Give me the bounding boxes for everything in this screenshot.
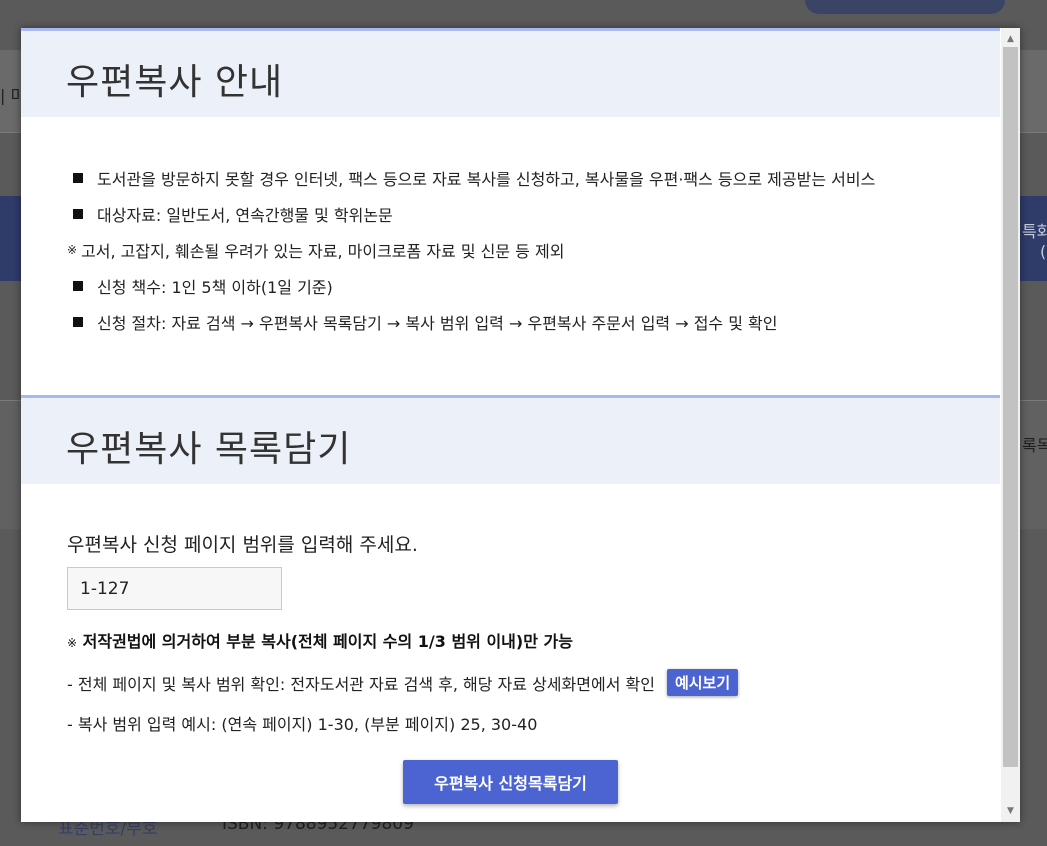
modal-content: 우편복사 안내 도서관을 방문하지 못할 경우 인터넷, 팩스 등으로 자료 복…	[21, 28, 1000, 822]
scroll-down-icon[interactable]: ▼	[1001, 802, 1020, 819]
background-right-fragment-2: (	[1040, 242, 1047, 261]
background-right-fragment-1: 특화	[1022, 222, 1047, 241]
scroll-up-icon[interactable]: ▲	[1001, 30, 1020, 47]
square-bullet-icon	[73, 209, 83, 219]
copyright-note-text: 저작권법에 의거하여 부분 복사(전체 페이지 수의 1/3 범위 이내)만 가…	[82, 632, 573, 651]
guide-section-header: 우편복사 안내	[21, 28, 1000, 117]
scroll-thumb[interactable]	[1003, 47, 1018, 767]
guide-item-text: 대상자료: 일반도서, 연속간행물 및 학위논문	[97, 206, 393, 225]
reference-mark-icon: ※	[67, 636, 78, 650]
postal-copy-modal: 우편복사 안내 도서관을 방문하지 못할 경우 인터넷, 팩스 등으로 자료 복…	[21, 28, 1020, 822]
guide-item-text: 신청 책수: 1인 5책 이하(1일 기준)	[97, 278, 333, 297]
page-range-check-line: - 전체 페이지 및 복사 범위 확인: 전자도서관 자료 검색 후, 해당 자…	[67, 669, 739, 696]
background-top-button	[805, 0, 1005, 14]
guide-item-target: 대상자료: 일반도서, 연속간행물 및 학위논문	[67, 196, 987, 232]
copyright-note: ※ 저작권법에 의거하여 부분 복사(전체 페이지 수의 1/3 범위 이내)만…	[67, 628, 573, 652]
order-section-header: 우편복사 목록담기	[21, 395, 1000, 484]
guide-section-title: 우편복사 안내	[66, 62, 284, 103]
guide-item-text: 고서, 고잡지, 훼손될 우려가 있는 자료, 마이크로폼 자료 및 신문 등 …	[81, 242, 565, 261]
guide-item-text: 도서관을 방문하지 못할 경우 인터넷, 팩스 등으로 자료 복사를 신청하고,…	[97, 170, 876, 189]
guide-item-procedure: 신청 절차: 자료 검색 → 우편복사 목록담기 → 복사 범위 입력 → 우편…	[67, 304, 987, 340]
page-range-check-text: - 전체 페이지 및 복사 범위 확인: 전자도서관 자료 검색 후, 해당 자…	[67, 674, 655, 694]
guide-item-exclusion-note: ※ 고서, 고잡지, 훼손될 우려가 있는 자료, 마이크로폼 자료 및 신문 …	[67, 232, 987, 268]
reference-mark-icon: ※	[67, 243, 78, 257]
order-section-title: 우편복사 목록담기	[66, 429, 352, 470]
background-right-fragment-3: 록목	[1022, 436, 1047, 455]
add-to-copy-list-button[interactable]: 우편복사 신청목록담기	[403, 760, 618, 804]
guide-item-limit: 신청 책수: 1인 5책 이하(1일 기준)	[67, 268, 987, 304]
guide-list: 도서관을 방문하지 못할 경우 인터넷, 팩스 등으로 자료 복사를 신청하고,…	[67, 160, 987, 340]
square-bullet-icon	[73, 281, 83, 291]
example-view-button[interactable]: 예시보기	[666, 669, 739, 696]
page-range-input[interactable]	[67, 567, 282, 610]
range-instruction: 우편복사 신청 페이지 범위를 입력해 주세요.	[67, 534, 418, 556]
guide-item-service: 도서관을 방문하지 못할 경우 인터넷, 팩스 등으로 자료 복사를 신청하고,…	[67, 160, 987, 196]
range-example-line: - 복사 범위 입력 예시: (연속 페이지) 1-30, (부분 페이지) 2…	[67, 715, 538, 734]
square-bullet-icon	[73, 317, 83, 327]
square-bullet-icon	[73, 173, 83, 183]
modal-scrollbar[interactable]: ▲ ▼	[1001, 28, 1020, 822]
guide-item-text: 신청 절차: 자료 검색 → 우편복사 목록담기 → 복사 범위 입력 → 우편…	[97, 314, 778, 333]
